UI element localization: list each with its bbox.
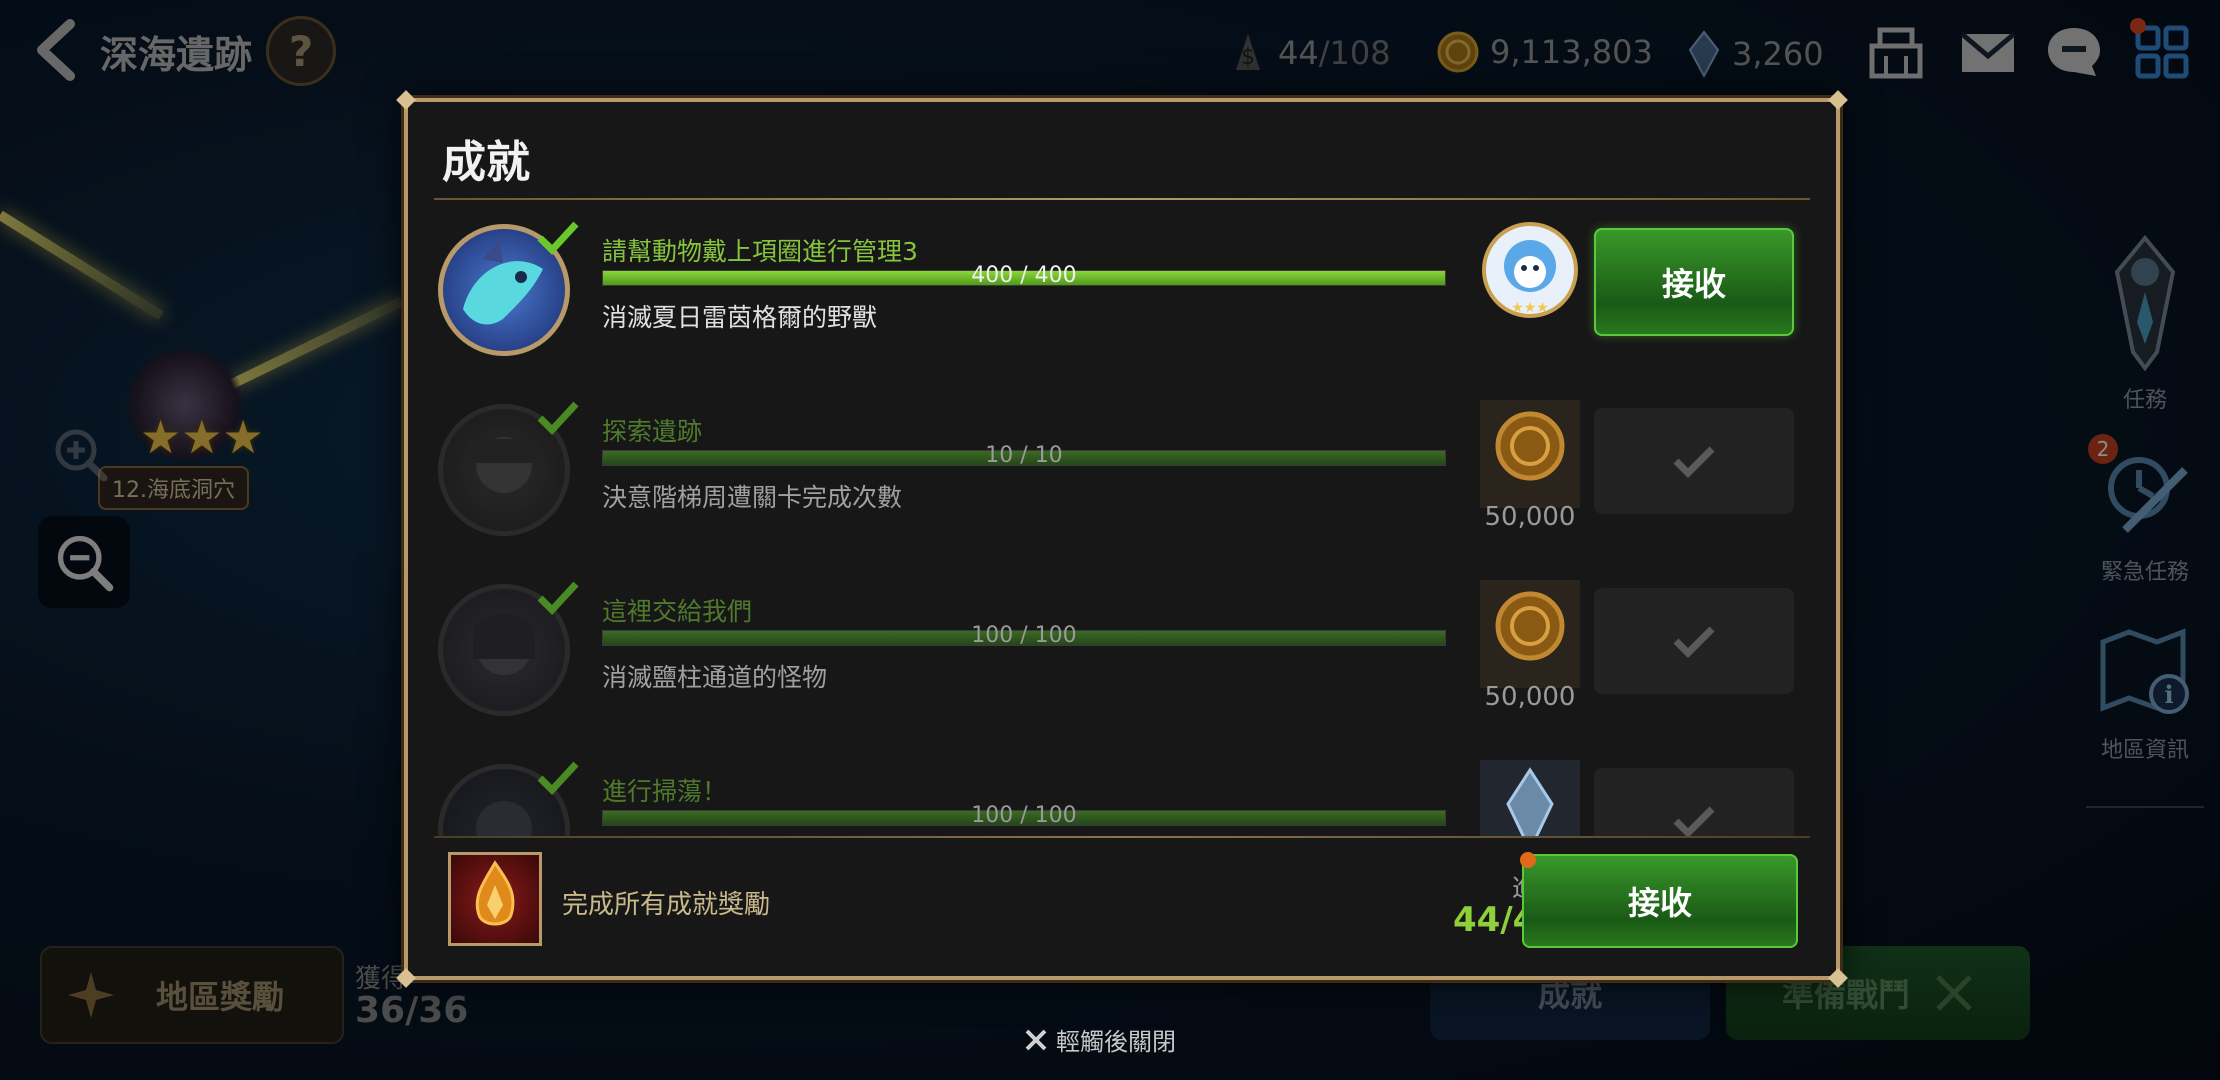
claimed-button xyxy=(1594,588,1794,694)
check-icon xyxy=(1673,806,1715,836)
achievement-modal: 成就 請幫動物戴上項圈進行管理3 400 / 400 消滅夏日雷茵格爾的野獸 ★… xyxy=(396,90,1848,988)
progress-text: 10 / 10 xyxy=(985,443,1063,468)
claimed-button xyxy=(1594,408,1794,514)
footer-divider xyxy=(434,836,1810,838)
reward-item[interactable] xyxy=(1480,580,1580,688)
reward-item[interactable]: ★★★ xyxy=(1480,220,1580,328)
close-hint[interactable]: 輕觸後關閉 xyxy=(1024,1022,1176,1057)
achievement-row: 請幫動物戴上項圈進行管理3 400 / 400 消滅夏日雷茵格爾的野獸 ★★★ … xyxy=(408,218,1836,398)
achievement-description: 消滅鹽柱通道的怪物 xyxy=(602,663,828,692)
achievement-row: 探索遺跡 10 / 10 決意階梯周遭關卡完成次數 50,000 xyxy=(408,398,1836,578)
gold-coin-icon xyxy=(1495,591,1565,661)
reward-item[interactable] xyxy=(1480,400,1580,508)
close-icon xyxy=(1025,1029,1047,1050)
claim-button[interactable]: 接收 xyxy=(1594,228,1794,336)
achievement-description: 消滅夏日雷茵格爾的野獸 xyxy=(602,303,878,332)
progress-bar: 100 / 100 xyxy=(602,803,1446,828)
check-icon xyxy=(537,221,579,256)
check-icon xyxy=(537,581,579,616)
reward-item[interactable] xyxy=(1480,760,1580,836)
all-achievements-reward-item[interactable] xyxy=(448,852,542,946)
reward-quantity: 50,000 xyxy=(1484,682,1576,712)
check-icon xyxy=(1673,446,1715,478)
svg-text:★★★: ★★★ xyxy=(1511,300,1549,316)
progress-bar: 400 / 400 xyxy=(602,263,1446,288)
check-icon xyxy=(537,761,579,796)
achievement-list[interactable]: 請幫動物戴上項圈進行管理3 400 / 400 消滅夏日雷茵格爾的野獸 ★★★ … xyxy=(408,212,1836,836)
progress-bar: 10 / 10 xyxy=(602,443,1446,468)
all-achievements-label: 完成所有成就獎勵 xyxy=(562,890,771,920)
character-portrait-icon: ★★★ xyxy=(1482,222,1578,318)
reward-quantity: 50,000 xyxy=(1484,502,1576,532)
check-icon xyxy=(537,401,579,436)
progress-text: 400 / 400 xyxy=(971,263,1077,288)
crystal-icon xyxy=(1506,767,1554,836)
claim-notification-dot xyxy=(1520,852,1536,868)
achievement-row: 這裡交給我們 100 / 100 消滅鹽柱通道的怪物 50,000 xyxy=(408,578,1836,758)
modal-title: 成就 xyxy=(442,137,530,188)
claimed-button xyxy=(1594,768,1794,836)
gold-coin-icon xyxy=(1495,411,1565,481)
title-divider xyxy=(434,198,1810,200)
claim-all-button[interactable]: 接收 xyxy=(1522,854,1798,948)
progress-text: 100 / 100 xyxy=(971,803,1077,828)
flame-gem-icon xyxy=(475,860,515,926)
progress-text: 100 / 100 xyxy=(971,623,1077,648)
close-hint-label: 輕觸後關閉 xyxy=(1056,1028,1176,1056)
progress-bar: 100 / 100 xyxy=(602,623,1446,648)
check-icon xyxy=(1673,626,1715,658)
achievement-row: 進行掃蕩！ 100 / 100 xyxy=(408,758,1836,836)
achievement-description: 決意階梯周遭關卡完成次數 xyxy=(602,483,903,512)
